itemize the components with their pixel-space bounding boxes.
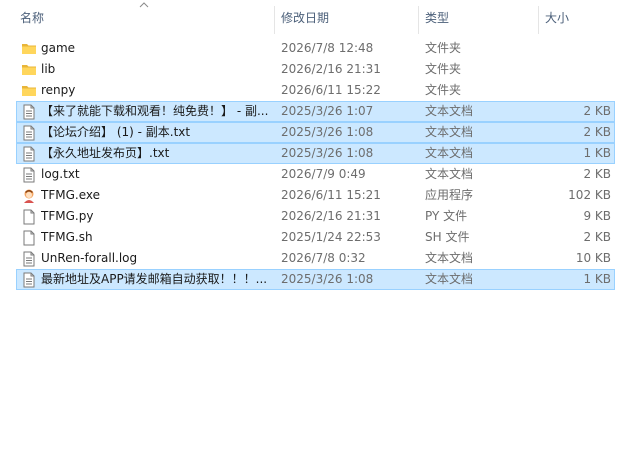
file-size: 9 KB [583,209,611,223]
file-modified-date: 2025/1/24 22:53 [281,230,381,244]
file-row[interactable]: renpy 2026/6/11 15:22 文件夹 [16,80,615,101]
file-type: 文本文档 [425,125,474,139]
file-name: 【论坛介绍】 (1) - 副本.txt [41,125,191,139]
column-divider[interactable] [274,6,275,34]
file-explorer-pane: 名称 修改日期 类型 大小 game 2026/7/8 12:48 文件夹 lib 20… [0,0,626,473]
file-name: TFMG.exe [41,188,100,202]
file-size [537,39,611,58]
file-row[interactable]: 【永久地址发布页】.txt 2025/3/26 1:08 文本文档 1 KB [16,143,615,164]
file-type: PY 文件 [425,209,468,223]
column-divider[interactable] [538,6,539,34]
file-name: UnRen-forall.log [41,251,138,265]
file-type: 文本文档 [425,272,474,286]
file-row[interactable]: TFMG.sh 2025/1/24 22:53 SH 文件 2 KB [16,227,615,248]
file-modified-date: 2025/3/26 1:08 [281,272,374,286]
file-size: 2 KB [583,230,611,244]
blank-file-icon [21,207,39,226]
file-modified-date: 2026/7/9 0:49 [281,167,366,181]
application-icon [21,186,39,205]
text-document-icon [21,102,39,121]
file-modified-date: 2025/3/26 1:07 [281,104,374,118]
text-document-icon [21,123,39,142]
file-name: TFMG.py [41,209,94,223]
text-document-icon [21,270,39,289]
file-name: game [41,41,76,55]
folder-icon [21,60,39,79]
folder-icon [21,81,39,100]
file-name: lib [41,62,56,76]
file-type: 文本文档 [425,167,474,181]
file-row[interactable]: game 2026/7/8 12:48 文件夹 [16,38,615,59]
file-name: 【来了就能下载和观看！纯免费！】 - 副... [41,104,269,118]
file-row[interactable]: 【论坛介绍】 (1) - 副本.txt 2025/3/26 1:08 文本文档 2 K… [16,122,615,143]
text-document-icon [21,249,39,268]
folder-icon [21,39,39,58]
file-size [537,60,611,79]
blank-file-icon [21,228,39,247]
file-row[interactable]: UnRen-forall.log 2026/7/8 0:32 文本文档 10 KB [16,248,615,269]
file-size: 1 KB [583,272,611,286]
file-modified-date: 2026/2/16 21:31 [281,209,381,223]
file-type: 文件夹 [425,62,462,76]
file-modified-date: 2025/3/26 1:08 [281,146,374,160]
file-modified-date: 2026/6/11 15:22 [281,83,381,97]
file-size: 102 KB [568,188,611,202]
file-name: 【永久地址发布页】.txt [41,146,170,160]
file-size: 2 KB [583,104,611,118]
file-modified-date: 2026/7/8 12:48 [281,41,374,55]
file-type: 文件夹 [425,41,462,55]
file-type: 文本文档 [425,146,474,160]
file-row[interactable]: lib 2026/2/16 21:31 文件夹 [16,59,615,80]
file-size: 2 KB [583,167,611,181]
file-modified-date: 2025/3/26 1:08 [281,125,374,139]
column-header-date[interactable]: 修改日期 [281,0,415,36]
column-header-type[interactable]: 类型 [425,0,535,36]
file-modified-date: 2026/2/16 21:31 [281,62,381,76]
text-document-icon [21,165,39,184]
file-type: SH 文件 [425,230,470,244]
vertical-scrollbar[interactable] [618,0,626,473]
column-header-name[interactable]: 名称 [20,0,270,36]
column-header-size[interactable]: 大小 [545,0,615,36]
file-size: 10 KB [575,251,611,265]
file-row[interactable]: TFMG.exe 2026/6/11 15:21 应用程序 102 KB [16,185,615,206]
file-row[interactable]: TFMG.py 2026/2/16 21:31 PY 文件 9 KB [16,206,615,227]
file-size [537,81,611,100]
file-name: TFMG.sh [41,230,93,244]
file-modified-date: 2026/7/8 0:32 [281,251,366,265]
column-header-bar: 名称 修改日期 类型 大小 [0,0,626,36]
file-name: renpy [41,83,76,97]
file-modified-date: 2026/6/11 15:21 [281,188,381,202]
file-type: 文件夹 [425,83,462,97]
file-row[interactable]: 最新地址及APP请发邮箱自动获取！！！... 2025/3/26 1:08 文本文档… [16,269,615,290]
file-size: 1 KB [583,146,611,160]
column-divider[interactable] [418,6,419,34]
file-row[interactable]: 【来了就能下载和观看！纯免费！】 - 副... 2025/3/26 1:07 文本文… [16,101,615,122]
file-name: 最新地址及APP请发邮箱自动获取！！！... [41,272,268,286]
text-document-icon [21,144,39,163]
file-type: 文本文档 [425,104,474,118]
file-row[interactable]: log.txt 2026/7/9 0:49 文本文档 2 KB [16,164,615,185]
file-type: 应用程序 [425,188,474,202]
file-size: 2 KB [583,125,611,139]
file-type: 文本文档 [425,251,474,265]
file-name: log.txt [41,167,80,181]
